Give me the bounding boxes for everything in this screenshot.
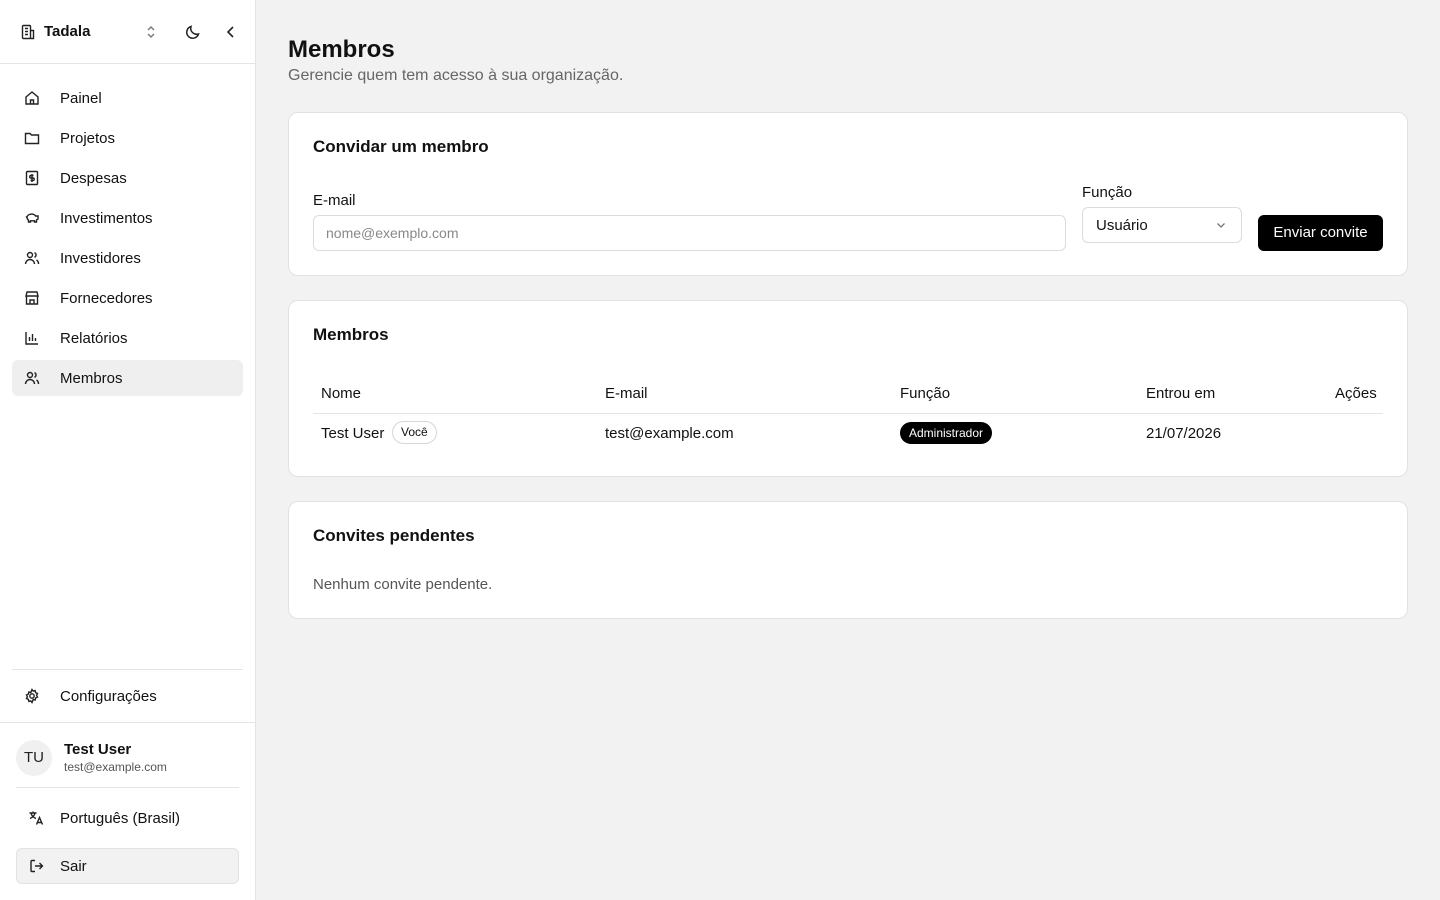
member-email: test@example.com — [605, 425, 734, 442]
column-header-actions: Ações — [1335, 385, 1377, 402]
chevron-down-icon — [1215, 219, 1227, 231]
sidebar-item-despesas[interactable]: Despesas — [12, 160, 243, 196]
sidebar-item-investidores[interactable]: Investidores — [12, 240, 243, 276]
role-label: Função — [1082, 184, 1133, 201]
email-label: E-mail — [313, 192, 356, 209]
chevrons-up-down-icon[interactable] — [143, 23, 159, 41]
sidebar-item-label: Despesas — [60, 170, 127, 187]
members-card: Membros Nome E-mail Função Entrou em Açõ… — [288, 300, 1408, 477]
piggy-bank-icon — [24, 210, 40, 226]
users-icon — [24, 250, 40, 266]
receipt-icon — [24, 170, 40, 186]
page-title: Membros — [288, 36, 395, 63]
avatar: TU — [16, 740, 52, 776]
sidebar-item-label: Projetos — [60, 130, 116, 147]
sidebar-item-label: Investidores — [60, 250, 141, 267]
moon-icon[interactable] — [184, 23, 202, 41]
sidebar-item-fornecedores[interactable]: Fornecedores — [12, 280, 243, 316]
settings-label: Configurações — [60, 688, 157, 705]
divider — [16, 787, 239, 788]
sidebar-item-membros[interactable]: Membros — [12, 360, 243, 396]
sidebar: Tadala Painel Projetos Despesas Investim… — [0, 0, 256, 900]
table-header-divider — [313, 413, 1383, 414]
sidebar-item-investimentos[interactable]: Investimentos — [12, 200, 243, 236]
language-selector[interactable]: Português (Brasil) — [16, 800, 239, 836]
sidebar-item-label: Membros — [60, 370, 123, 387]
sidebar-nav: Painel Projetos Despesas Investimentos I… — [12, 80, 243, 400]
column-header-joined: Entrou em — [1146, 385, 1216, 402]
sidebar-item-painel[interactable]: Painel — [12, 80, 243, 116]
sidebar-item-configuracoes[interactable]: Configurações — [12, 678, 243, 714]
send-invite-button[interactable]: Enviar convite — [1258, 215, 1383, 251]
divider — [12, 669, 243, 670]
store-icon — [24, 290, 40, 306]
users-icon — [24, 370, 40, 386]
sidebar-item-projetos[interactable]: Projetos — [12, 120, 243, 156]
logout-label: Sair — [60, 858, 87, 875]
role-badge: Administrador — [900, 422, 993, 444]
logout-icon — [29, 858, 45, 874]
home-icon — [24, 90, 40, 106]
logout-button[interactable]: Sair — [16, 848, 239, 884]
email-field[interactable] — [313, 215, 1066, 251]
column-header-name: Nome — [321, 385, 362, 402]
user-email: test@example.com — [64, 760, 167, 774]
building-icon — [20, 24, 36, 40]
invite-card-title: Convidar um membro — [313, 137, 489, 156]
pending-invites-title: Convites pendentes — [313, 526, 475, 545]
main-content: Membros Gerencie quem tem acesso à sua o… — [256, 0, 1440, 900]
role-select[interactable]: Usuário — [1082, 207, 1242, 243]
org-header: Tadala — [0, 0, 255, 64]
invite-card: Convidar um membro E-mail Função Usuário… — [288, 112, 1408, 276]
sidebar-item-label: Painel — [60, 90, 102, 107]
divider — [0, 722, 255, 723]
user-profile[interactable]: TU Test User test@example.com — [16, 738, 239, 778]
sidebar-item-label: Fornecedores — [60, 290, 153, 307]
empty-state-text: Nenhum convite pendente. — [313, 576, 493, 593]
page-subtitle: Gerencie quem tem acesso à sua organizaç… — [288, 67, 624, 84]
column-header-role: Função — [900, 385, 951, 402]
org-name[interactable]: Tadala — [44, 23, 90, 40]
role-select-value: Usuário — [1096, 217, 1148, 234]
sidebar-item-label: Investimentos — [60, 210, 153, 227]
sidebar-item-label: Relatórios — [60, 330, 128, 347]
chevron-left-icon[interactable] — [224, 23, 238, 41]
gear-icon — [24, 688, 40, 704]
translate-icon — [28, 810, 44, 826]
member-name: Test User — [321, 425, 385, 442]
sidebar-item-relatorios[interactable]: Relatórios — [12, 320, 243, 356]
bar-chart-icon — [24, 330, 40, 346]
members-card-title: Membros — [313, 325, 389, 344]
pending-invites-card: Convites pendentes Nenhum convite penden… — [288, 501, 1408, 619]
folder-icon — [24, 130, 40, 146]
you-badge: Você — [392, 421, 437, 444]
language-label: Português (Brasil) — [60, 810, 181, 827]
column-header-email: E-mail — [605, 385, 648, 402]
member-joined-date: 21/07/2026 — [1146, 425, 1222, 442]
user-name: Test User — [64, 741, 132, 758]
